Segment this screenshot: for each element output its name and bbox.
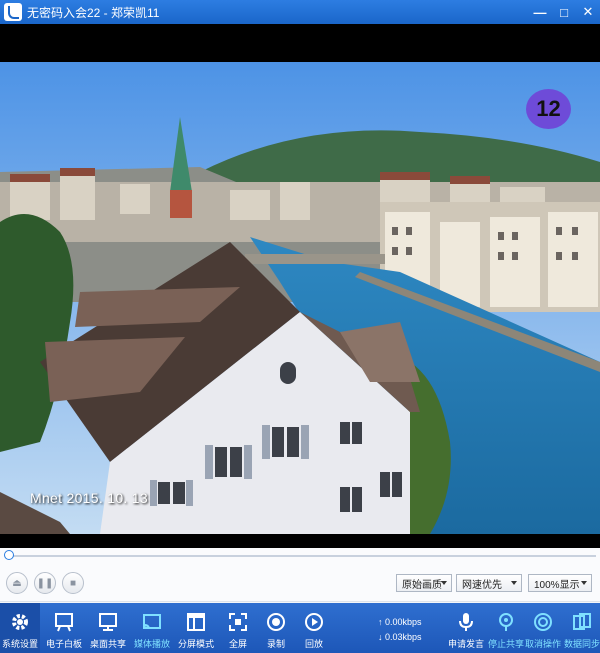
- network-stats: ↑ 0.00kbps ↓ 0.03kbps: [378, 615, 422, 645]
- media-cast-icon: [141, 611, 163, 633]
- zoom-value: 100%显示: [534, 579, 580, 591]
- toolbar-label: 分屏模式: [177, 639, 214, 649]
- video-image: [0, 62, 600, 534]
- toolbar-label: 数据同步: [563, 639, 600, 649]
- video-watermark: Mnet 2015. 10. 13: [30, 490, 148, 506]
- toolbar-label: 申请发言: [447, 639, 484, 649]
- quality-select[interactable]: 原始画质: [396, 574, 452, 592]
- download-rate: ↓ 0.03kbps: [378, 632, 422, 642]
- gear-icon: [9, 611, 31, 633]
- network-value: 网速优先: [462, 579, 502, 591]
- app-logo-icon: [4, 3, 22, 21]
- chevron-down-icon: [581, 581, 587, 585]
- fullscreen-icon: [227, 611, 249, 633]
- minimize-button[interactable]: —: [528, 0, 552, 24]
- toolbar-split-screen[interactable]: 分屏模式: [176, 603, 216, 653]
- toolbar-playback[interactable]: 回放: [294, 603, 334, 653]
- toolbar-label: 媒体播放: [133, 639, 170, 649]
- stop-icon: ■: [69, 577, 77, 589]
- eject-button[interactable]: ⏏: [6, 572, 28, 594]
- video-area[interactable]: Mnet 2015. 10. 13 12: [0, 24, 600, 548]
- sync-icon: [571, 611, 593, 633]
- pause-button[interactable]: ❚❚: [34, 572, 56, 594]
- toolbar-stop-share[interactable]: 停止共享: [486, 603, 526, 653]
- toolbar-label: 电子白板: [45, 639, 82, 649]
- toolbar-request-speak[interactable]: 申请发言: [446, 603, 486, 653]
- title-bar: 无密码入会22 - 郑荣凯11 — □ ✕: [0, 0, 600, 24]
- stop-button[interactable]: ■: [62, 572, 84, 594]
- video-frame: Mnet 2015. 10. 13 12: [0, 62, 600, 534]
- toolbar-data-sync[interactable]: 数据同步: [562, 603, 600, 653]
- toolbar-fullscreen[interactable]: 全屏: [218, 603, 258, 653]
- playback-icon: [303, 611, 325, 633]
- toolbar-label: 停止共享: [487, 639, 524, 649]
- progress-handle[interactable]: [4, 550, 14, 560]
- toolbar-system-settings[interactable]: 系统设置: [0, 603, 40, 653]
- microphone-icon: [455, 611, 477, 633]
- close-button[interactable]: ✕: [576, 0, 600, 24]
- stop-share-icon: [495, 611, 517, 633]
- record-icon: [265, 611, 287, 633]
- upload-rate: ↑ 0.00kbps: [378, 617, 422, 627]
- toolbar-record[interactable]: 录制: [256, 603, 296, 653]
- user-number-badge: 12: [526, 89, 571, 129]
- toolbar-label: 取消操作: [524, 639, 561, 649]
- toolbar-whiteboard[interactable]: 电子白板: [44, 603, 84, 653]
- eject-icon: ⏏: [12, 577, 22, 589]
- whiteboard-icon: [53, 611, 75, 633]
- cancel-icon: [532, 611, 554, 633]
- network-select[interactable]: 网速优先: [456, 574, 522, 592]
- toolbar-label: 录制: [266, 639, 285, 649]
- pause-icon: ❚❚: [36, 577, 54, 589]
- split-screen-icon: [185, 611, 207, 633]
- bottom-toolbar: 系统设置 电子白板 桌面共享 媒体播放 分屏模式 全屏 录制 回放 ↑ 0.00…: [0, 603, 600, 653]
- meeting-window: 无密码入会22 - 郑荣凯11 — □ ✕ Mnet 2015. 10. 13 …: [0, 0, 600, 653]
- toolbar-label: 桌面共享: [89, 639, 126, 649]
- toolbar-media-play[interactable]: 媒体播放: [132, 603, 172, 653]
- progress-row: [0, 548, 600, 564]
- playback-controls: ⏏ ❚❚ ■ 原始画质 网速优先 100%显示: [0, 564, 600, 602]
- desktop-share-icon: [97, 611, 119, 633]
- maximize-button[interactable]: □: [552, 0, 576, 24]
- zoom-select[interactable]: 100%显示: [528, 574, 592, 592]
- toolbar-label: 系统设置: [1, 639, 38, 649]
- chevron-down-icon: [511, 581, 517, 585]
- toolbar-label: 回放: [304, 639, 323, 649]
- toolbar-label: 全屏: [228, 639, 247, 649]
- toolbar-cancel-operation[interactable]: 取消操作: [523, 603, 563, 653]
- chevron-down-icon: [441, 581, 447, 585]
- toolbar-desktop-share[interactable]: 桌面共享: [88, 603, 128, 653]
- quality-value: 原始画质: [402, 579, 442, 591]
- progress-track[interactable]: [8, 555, 596, 557]
- window-title: 无密码入会22 - 郑荣凯11: [27, 5, 160, 20]
